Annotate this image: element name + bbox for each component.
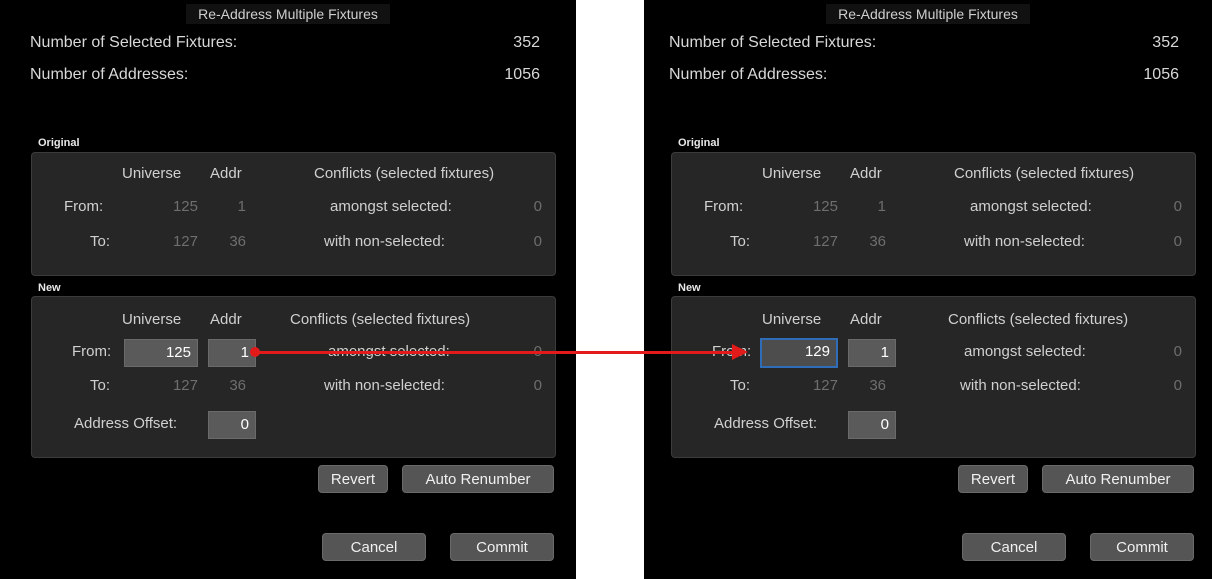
new-from-addr-field[interactable]: 1	[848, 339, 896, 367]
from-label: From:	[704, 198, 744, 215]
selected-fixtures-label: Number of Selected Fixtures:	[669, 34, 877, 51]
original-panel: Universe Addr Conflicts (selected fixtur…	[671, 152, 1196, 276]
address-offset-field[interactable]: 0	[848, 411, 896, 439]
auto-renumber-button[interactable]: Auto Renumber	[1042, 465, 1194, 493]
amongst-selected-label: amongst selected:	[970, 198, 1092, 215]
new-from-addr-field[interactable]: 1	[208, 339, 256, 367]
non-selected-label: with non-selected:	[964, 233, 1085, 250]
auto-renumber-button[interactable]: Auto Renumber	[402, 465, 554, 493]
address-offset-label: Address Offset:	[714, 415, 818, 432]
col-addr-header: Addr	[210, 311, 242, 328]
col-conflicts-header: Conflicts (selected fixtures)	[954, 165, 1135, 182]
col-universe-header: Universe	[122, 165, 182, 182]
amongst-selected-label: amongst selected:	[330, 198, 452, 215]
non-selected-label: with non-selected:	[960, 377, 1081, 394]
revert-button[interactable]: Revert	[958, 465, 1028, 493]
to-addr-value: 36	[869, 233, 886, 250]
from-addr-value: 1	[877, 198, 886, 215]
col-universe-header: Universe	[762, 165, 822, 182]
readdress-dialog-after: Re-Address Multiple Fixtures Number of S…	[644, 0, 1212, 579]
cancel-button[interactable]: Cancel	[322, 533, 426, 561]
amongst-selected-value: 0	[1173, 343, 1182, 360]
dialog-titlebar: Re-Address Multiple Fixtures	[644, 4, 1212, 26]
original-section-label: Original	[38, 137, 80, 149]
dialog-title: Re-Address Multiple Fixtures	[186, 4, 390, 24]
to-label: To:	[730, 377, 751, 394]
amongst-selected-value: 0	[533, 198, 542, 215]
original-panel: Universe Addr Conflicts (selected fixtur…	[31, 152, 556, 276]
address-offset-field[interactable]: 0	[208, 411, 256, 439]
commit-button[interactable]: Commit	[450, 533, 554, 561]
new-panel: Universe Addr Conflicts (selected fixtur…	[31, 296, 556, 458]
non-selected-label: with non-selected:	[324, 377, 445, 394]
from-label: From:	[72, 343, 112, 360]
to-addr-value: 36	[229, 377, 246, 394]
from-universe-value: 125	[172, 198, 198, 215]
to-label: To:	[90, 377, 111, 394]
col-conflicts-header: Conflicts (selected fixtures)	[314, 165, 495, 182]
addresses-label: Number of Addresses:	[30, 66, 189, 83]
selected-fixtures-label: Number of Selected Fixtures:	[30, 34, 238, 51]
non-selected-value: 0	[1173, 233, 1182, 250]
col-universe-header: Universe	[122, 311, 182, 328]
col-addr-header: Addr	[850, 165, 882, 182]
selected-fixtures-value: 352	[513, 34, 540, 51]
revert-button[interactable]: Revert	[318, 465, 388, 493]
col-conflicts-header: Conflicts (selected fixtures)	[948, 311, 1129, 328]
readdress-dialog-before: Re-Address Multiple Fixtures Number of S…	[0, 0, 576, 579]
new-section-label: New	[38, 282, 61, 294]
col-conflicts-header: Conflicts (selected fixtures)	[290, 311, 471, 328]
new-from-universe-field[interactable]: 125	[124, 339, 198, 367]
non-selected-label: with non-selected:	[324, 233, 445, 250]
arrow-right-icon	[732, 344, 748, 360]
selected-fixtures-value: 352	[1152, 34, 1179, 51]
non-selected-value: 0	[1173, 377, 1182, 394]
to-label: To:	[730, 233, 751, 250]
address-offset-label: Address Offset:	[74, 415, 178, 432]
to-label: To:	[90, 233, 111, 250]
col-addr-header: Addr	[210, 165, 242, 182]
from-addr-value: 1	[237, 198, 246, 215]
to-universe-value: 127	[812, 233, 838, 250]
dialog-title: Re-Address Multiple Fixtures	[826, 4, 1030, 24]
to-universe-value: 127	[172, 377, 198, 394]
to-universe-value: 127	[812, 377, 838, 394]
amongst-selected-label: amongst selected:	[964, 343, 1086, 360]
amongst-selected-value: 0	[1173, 198, 1182, 215]
new-from-universe-field[interactable]: 129	[760, 338, 838, 368]
annotation-arrow-tail	[250, 347, 260, 357]
addresses-value: 1056	[504, 66, 540, 83]
from-universe-value: 125	[812, 198, 838, 215]
col-addr-header: Addr	[850, 311, 882, 328]
original-section-label: Original	[678, 137, 720, 149]
to-universe-value: 127	[172, 233, 198, 250]
to-addr-value: 36	[229, 233, 246, 250]
cancel-button[interactable]: Cancel	[962, 533, 1066, 561]
commit-button[interactable]: Commit	[1090, 533, 1194, 561]
col-universe-header: Universe	[762, 311, 822, 328]
to-addr-value: 36	[869, 377, 886, 394]
new-panel: Universe Addr Conflicts (selected fixtur…	[671, 296, 1196, 458]
new-section-label: New	[678, 282, 701, 294]
non-selected-value: 0	[533, 233, 542, 250]
non-selected-value: 0	[533, 377, 542, 394]
addresses-label: Number of Addresses:	[669, 66, 828, 83]
annotation-arrow-line	[256, 351, 736, 354]
from-label: From:	[64, 198, 104, 215]
addresses-value: 1056	[1143, 66, 1179, 83]
dialog-titlebar: Re-Address Multiple Fixtures	[0, 4, 576, 26]
